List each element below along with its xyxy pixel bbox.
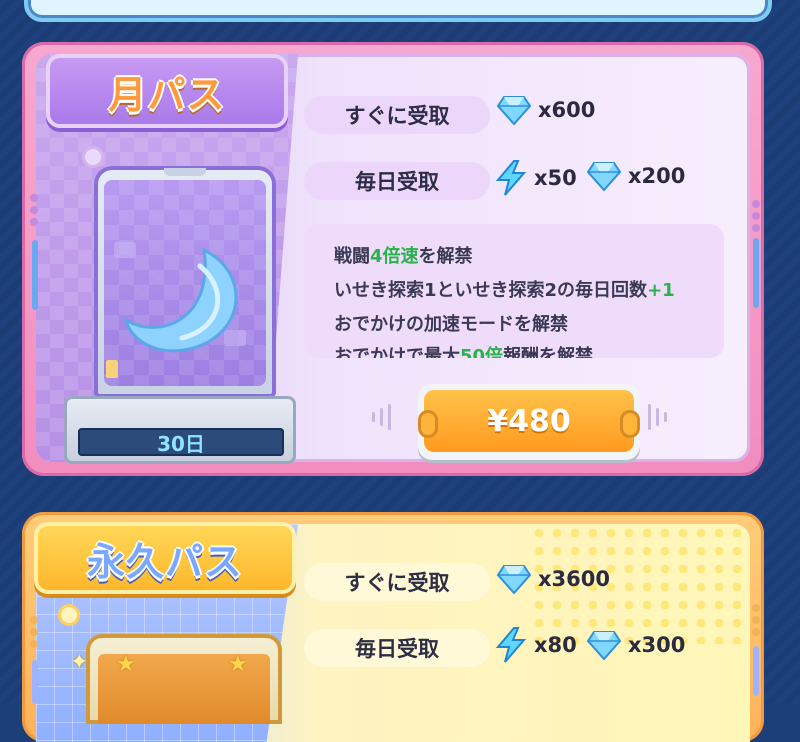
daily-stamina-reward: x50 bbox=[494, 160, 577, 196]
diamond-gem-icon bbox=[496, 96, 532, 126]
daily-stamina-amount: x80 bbox=[534, 633, 577, 657]
instant-reward-label: すぐに受取 bbox=[304, 563, 490, 601]
left-edge-dots bbox=[30, 612, 40, 652]
permanent-pass-device: ★ ★ bbox=[86, 634, 282, 724]
benefits-list[interactable]: 戦闘4倍速を解禁 いせき探索1といせき探索2の毎日回数+1 おでかけの加速モード… bbox=[304, 224, 724, 358]
left-edge-bar bbox=[32, 240, 38, 310]
diamond-gem-icon bbox=[586, 162, 622, 192]
right-sound-bars bbox=[648, 404, 667, 430]
lightning-bolt-icon bbox=[495, 160, 527, 196]
instant-reward: x600 bbox=[496, 94, 595, 126]
daily-gem-amount: x300 bbox=[628, 633, 686, 657]
benefit-line: 戦闘4倍速を解禁 bbox=[334, 246, 473, 267]
price-label: ¥480 bbox=[424, 390, 634, 452]
sparkle-icon: ✦ bbox=[70, 650, 89, 675]
daily-reward-label: 毎日受取 bbox=[304, 629, 490, 667]
permanent-pass-title: 永久パス bbox=[34, 522, 296, 594]
star-icon: ★ bbox=[228, 652, 248, 677]
crescent-moon-icon bbox=[114, 242, 246, 353]
left-edge-dots bbox=[30, 190, 40, 230]
daily-gem-amount: x200 bbox=[628, 164, 686, 188]
daily-stamina-reward: x80 bbox=[494, 627, 577, 663]
daily-gem-reward: x200 bbox=[586, 160, 685, 192]
daily-reward-label: 毎日受取 bbox=[304, 162, 490, 200]
instant-gem-amount: x3600 bbox=[538, 567, 610, 591]
benefit-line: おでかけの加速モードを解禁 bbox=[334, 314, 568, 335]
right-edge-dots bbox=[752, 196, 762, 236]
device-notch bbox=[164, 168, 206, 176]
benefit-line: いせき探索1といせき探索2の毎日回数+1 bbox=[334, 280, 675, 301]
device-screen bbox=[104, 180, 266, 386]
title-tail-circle bbox=[82, 146, 104, 168]
diamond-gem-icon bbox=[496, 565, 532, 595]
right-edge-bar bbox=[753, 646, 759, 696]
right-edge-bar bbox=[753, 238, 759, 308]
previous-card-edge bbox=[24, 0, 772, 22]
right-edge-dots bbox=[752, 600, 762, 640]
buy-monthly-pass-button[interactable]: ¥480 bbox=[418, 384, 640, 460]
left-sound-bars bbox=[372, 404, 391, 430]
button-right-knob bbox=[620, 410, 640, 438]
monthly-pass-device bbox=[94, 166, 276, 398]
instant-reward: x3600 bbox=[496, 563, 610, 595]
title-tail-circle bbox=[58, 604, 80, 626]
diamond-gem-icon bbox=[586, 631, 622, 661]
device-tag bbox=[106, 360, 118, 378]
button-left-knob bbox=[418, 410, 438, 438]
lightning-bolt-icon bbox=[495, 627, 527, 663]
instant-reward-label: すぐに受取 bbox=[304, 96, 490, 134]
instant-gem-amount: x600 bbox=[538, 98, 596, 122]
daily-gem-reward: x300 bbox=[586, 629, 685, 661]
benefit-line: おでかけで最大50倍報酬を解禁 bbox=[334, 346, 594, 358]
star-icon: ★ bbox=[116, 652, 136, 677]
duration-label: 30日 bbox=[78, 428, 284, 456]
monthly-pass-title: 月パス bbox=[46, 54, 288, 128]
left-edge-bar bbox=[32, 660, 38, 704]
daily-stamina-amount: x50 bbox=[534, 166, 577, 190]
